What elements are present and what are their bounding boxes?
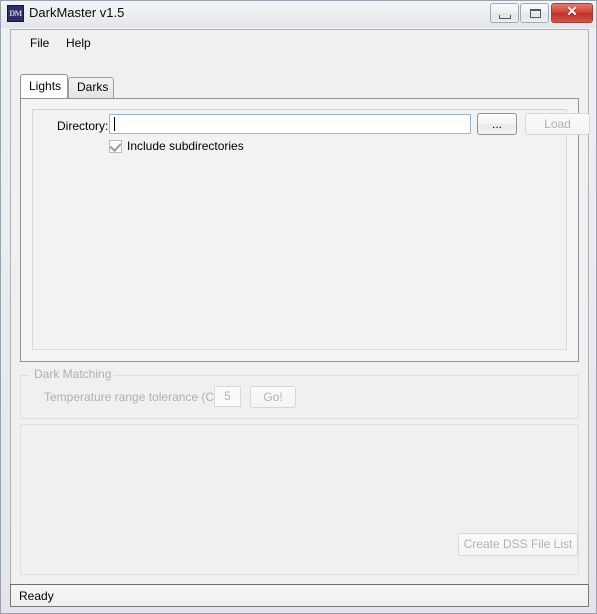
window-title: DarkMaster v1.5 [29, 5, 125, 20]
title-bar[interactable]: DM DarkMaster v1.5 ✕ [1, 1, 596, 28]
tab-control: Lights Darks Directory: ... Load Include… [20, 74, 590, 362]
client-area: File Help Lights Darks Directory: ... Lo… [10, 29, 590, 584]
directory-label: Directory: [57, 119, 109, 133]
group-border-right [113, 375, 578, 376]
load-button[interactable]: Load [525, 113, 590, 135]
temperature-tolerance-label: Temperature range tolerance (C): [44, 390, 222, 404]
minimize-button[interactable] [490, 3, 519, 23]
go-button[interactable]: Go! [250, 386, 296, 408]
text-caret [114, 117, 115, 131]
dark-matching-title: Dark Matching [31, 367, 115, 381]
group-border-left [21, 375, 29, 376]
close-button[interactable]: ✕ [551, 3, 593, 23]
status-bar: Ready [10, 584, 589, 607]
output-panel: Create DSS File List [20, 424, 579, 575]
temperature-tolerance-input[interactable]: 5 [214, 386, 241, 407]
include-subdirectories-label: Include subdirectories [127, 139, 244, 153]
menu-item-file[interactable]: File [25, 35, 54, 52]
create-dss-file-list-button[interactable]: Create DSS File List [458, 533, 578, 556]
include-subdirectories-checkbox[interactable] [109, 139, 122, 153]
tab-darks[interactable]: Darks [68, 77, 114, 98]
checkmark-icon [109, 139, 122, 153]
maximize-icon [530, 9, 541, 18]
minimize-icon [499, 15, 511, 19]
menu-item-help[interactable]: Help [61, 35, 96, 52]
browse-button[interactable]: ... [477, 113, 517, 135]
tab-page-lights: Directory: ... Load Include subdirectori… [20, 98, 590, 362]
tab-lights[interactable]: Lights [20, 74, 68, 98]
app-icon: DM [7, 5, 24, 22]
dark-matching-group: Dark Matching Temperature range toleranc… [20, 367, 579, 419]
maximize-button[interactable] [520, 3, 549, 23]
directory-input[interactable] [109, 114, 471, 134]
close-icon: ✕ [566, 5, 578, 20]
menu-bar: File Help [11, 30, 588, 55]
lights-panel: Directory: ... Load Include subdirectori… [32, 109, 590, 350]
status-text: Ready [19, 589, 54, 603]
application-window: DM DarkMaster v1.5 ✕ File Help Lights Da… [0, 0, 597, 614]
